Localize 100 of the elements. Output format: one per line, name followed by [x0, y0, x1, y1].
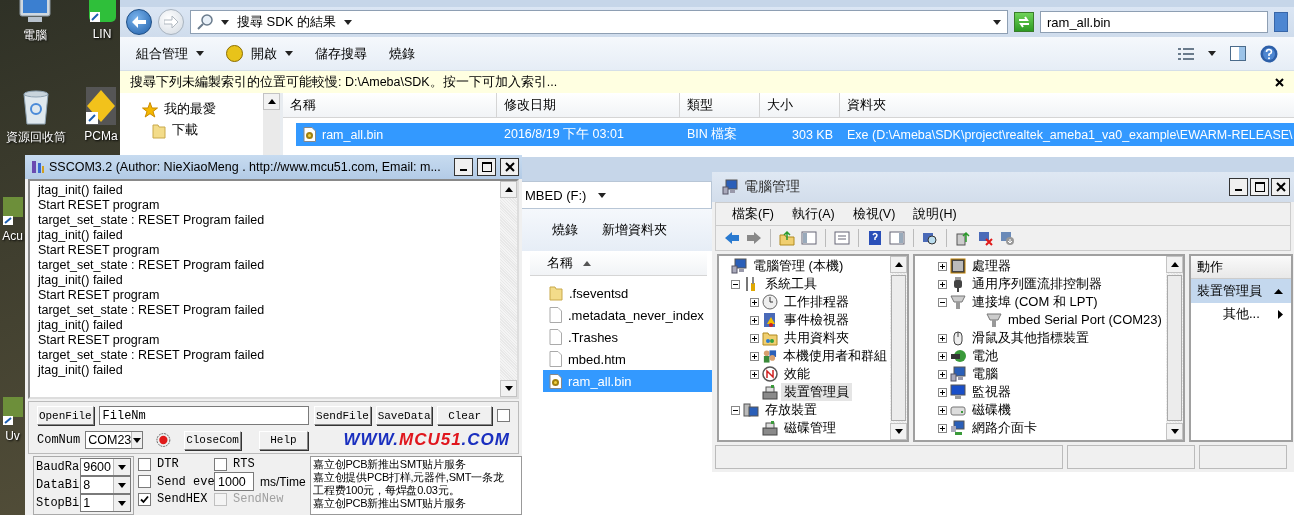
navigation-item[interactable]: 下載: [142, 122, 263, 139]
tree-item[interactable]: 連接埠 (COM 和 LPT): [915, 293, 1166, 311]
desktop-shortcut[interactable]: PCMa: [82, 86, 120, 143]
tree-item[interactable]: 通用序列匯流排控制器: [915, 275, 1166, 293]
open-file-button[interactable]: OpenFile: [37, 406, 94, 425]
menu-item[interactable]: 檢視(V): [852, 205, 896, 223]
file-row[interactable]: mbed.htm: [543, 348, 712, 370]
scroll-up-button[interactable]: [500, 181, 517, 198]
tree-item[interactable]: 監視器: [915, 383, 1166, 401]
tree-item[interactable]: 系統工具: [719, 275, 890, 293]
clear-button[interactable]: Clear: [437, 406, 492, 425]
info-bar[interactable]: 搜尋下列未編製索引的位置可能較慢: D:\Ameba\SDK。按一下可加入索引...: [120, 71, 1294, 93]
scroll-down-button[interactable]: [500, 380, 517, 397]
expand-toggle-icon[interactable]: [750, 333, 759, 343]
menu-item[interactable]: 執行(A): [791, 205, 835, 223]
minimize-button[interactable]: [454, 158, 473, 176]
checkbox[interactable]: [138, 492, 151, 506]
scan-icon[interactable]: [922, 230, 938, 246]
help-icon[interactable]: [867, 230, 883, 246]
expand-toggle-icon[interactable]: [938, 351, 947, 361]
column-header[interactable]: 資料夾: [840, 93, 1294, 117]
expand-toggle-icon[interactable]: [938, 279, 947, 289]
forward-arrow-icon[interactable]: [746, 230, 762, 246]
tree-item[interactable]: 磁碟機: [915, 401, 1166, 419]
tree-item[interactable]: 效能: [719, 365, 890, 383]
checkbox[interactable]: [138, 457, 151, 471]
minimize-button[interactable]: [1229, 178, 1248, 196]
tree-item[interactable]: 磁碟管理: [719, 419, 890, 437]
scrollbar-thumb[interactable]: [1167, 275, 1182, 421]
tree-item[interactable]: 處理器: [915, 257, 1166, 275]
help-icon[interactable]: [1260, 44, 1278, 63]
expand-toggle-icon[interactable]: [938, 261, 947, 271]
tree-item[interactable]: 滑鼠及其他指標裝置: [915, 329, 1166, 347]
scroll-up-button[interactable]: [263, 93, 280, 110]
help-button[interactable]: Help: [258, 430, 309, 450]
refresh-button[interactable]: [1014, 12, 1034, 32]
column-header[interactable]: 大小: [760, 93, 840, 117]
back-button[interactable]: [126, 9, 152, 35]
toolbar-button[interactable]: 燒錄: [389, 44, 415, 63]
expand-toggle-icon[interactable]: [938, 369, 947, 379]
interval-field[interactable]: 1000: [214, 472, 254, 491]
toolbar-button[interactable]: 新增資料夾: [602, 221, 667, 239]
dropdown[interactable]: 8: [80, 476, 131, 494]
tree-item[interactable]: 本機使用者和群組: [719, 347, 890, 365]
file-name-field[interactable]: FileNm: [98, 406, 310, 425]
disable-icon[interactable]: [977, 230, 993, 246]
column-header[interactable]: 名稱: [283, 93, 497, 117]
tree-item[interactable]: 事件檢視器: [719, 311, 890, 329]
desktop-shortcut[interactable]: Acu: [0, 196, 25, 243]
tree-item[interactable]: 電腦: [915, 365, 1166, 383]
address-bar[interactable]: MBED (F:): [520, 181, 712, 209]
collapse-toggle-icon[interactable]: [731, 279, 740, 289]
back-arrow-icon[interactable]: [724, 230, 740, 246]
receive-area[interactable]: [28, 179, 519, 399]
tree-item[interactable]: 電池: [915, 347, 1166, 365]
menu-item[interactable]: 檔案(F): [732, 205, 774, 223]
file-row[interactable]: .fseventsd: [543, 282, 712, 304]
expand-toggle-icon[interactable]: [750, 315, 759, 325]
uninstall-icon[interactable]: [999, 230, 1015, 246]
scroll-up-button[interactable]: [1166, 256, 1183, 273]
tree-item[interactable]: 工作排程器: [719, 293, 890, 311]
scroll-down-button[interactable]: [1166, 423, 1183, 440]
collapse-toggle-icon[interactable]: [938, 297, 947, 307]
expand-toggle-icon[interactable]: [938, 333, 947, 343]
dropdown[interactable]: COM23: [85, 431, 144, 449]
expand-toggle-icon[interactable]: [938, 423, 947, 433]
update-icon[interactable]: [955, 230, 971, 246]
menu-item[interactable]: 說明(H): [913, 205, 957, 223]
checkbox[interactable]: [497, 409, 510, 422]
tree-item[interactable]: 電腦管理 (本機): [719, 257, 890, 275]
dropdown[interactable]: 9600: [80, 458, 131, 476]
dropdown[interactable]: 1: [80, 494, 131, 512]
folder-up-icon[interactable]: [779, 230, 795, 246]
expand-toggle-icon[interactable]: [750, 351, 759, 361]
send-file-button[interactable]: SendFile: [314, 406, 371, 425]
expand-toggle-icon[interactable]: [938, 387, 947, 397]
tree-item[interactable]: 共用資料夾: [719, 329, 890, 347]
desktop-shortcut[interactable]: LIN: [84, 0, 120, 41]
expand-toggle-icon[interactable]: [938, 405, 947, 415]
expand-toggle-icon[interactable]: [750, 297, 759, 307]
tree-item[interactable]: 網路介面卡: [915, 419, 1166, 437]
toolbar-button[interactable]: 儲存搜尋: [315, 44, 367, 63]
column-header[interactable]: 修改日期: [497, 93, 680, 117]
save-data-button[interactable]: SaveData: [375, 406, 433, 425]
address-bar[interactable]: 搜尋 SDK 的結果: [190, 10, 1008, 34]
search-field[interactable]: ram_all.bin: [1040, 11, 1268, 33]
desktop-shortcut[interactable]: Uv: [0, 396, 25, 443]
desktop-shortcut[interactable]: 資源回收筒: [0, 88, 72, 146]
close-button[interactable]: [500, 158, 519, 176]
preview-pane-icon[interactable]: [1230, 46, 1246, 61]
actions-section[interactable]: 裝置管理員: [1191, 279, 1291, 303]
expand-toggle-icon[interactable]: [750, 369, 759, 379]
maximize-button[interactable]: [1250, 178, 1269, 196]
navigation-item[interactable]: 我的最愛: [142, 101, 263, 118]
tree-item[interactable]: 裝置管理員: [719, 383, 890, 401]
scroll-down-button[interactable]: [890, 423, 907, 440]
tree-item[interactable]: 存放裝置: [719, 401, 890, 419]
view-options-icon[interactable]: [1178, 46, 1194, 61]
close-button[interactable]: [1271, 178, 1290, 196]
tree-item[interactable]: mbed Serial Port (COM23): [915, 311, 1166, 329]
